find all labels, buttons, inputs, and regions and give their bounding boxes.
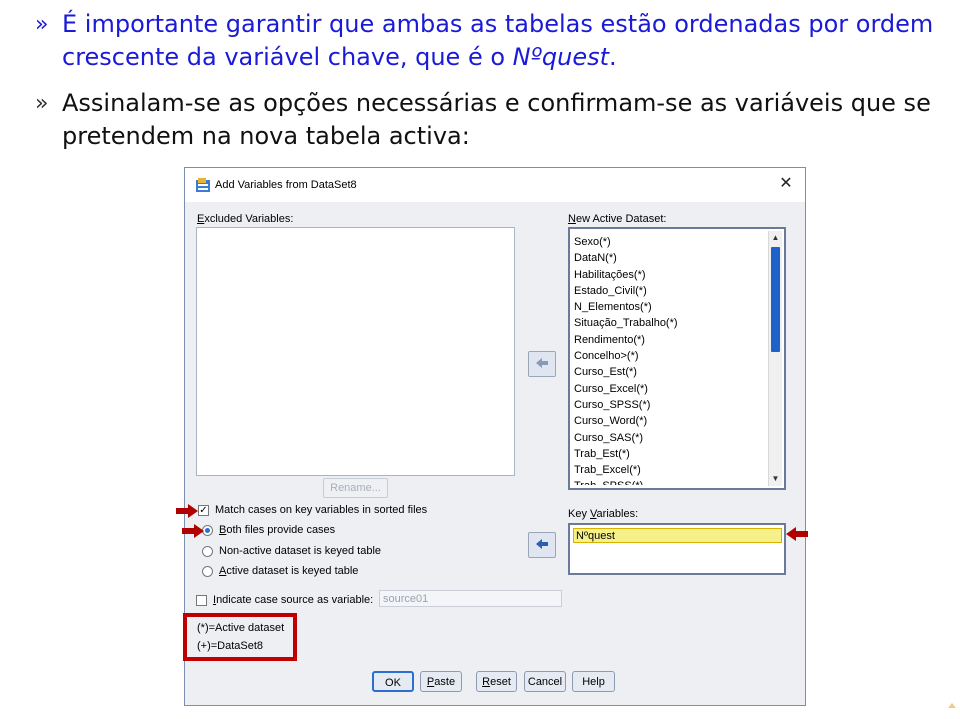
excluded-variables-label: Excluded Variables: — [197, 213, 293, 225]
variable-list-item[interactable]: Trab_Excel(*) — [574, 462, 770, 478]
bullet-1-text: É importante garantir que ambas as tabel… — [62, 8, 952, 74]
variable-list-item[interactable]: N_Elementos(*) — [574, 299, 770, 315]
variable-list-item[interactable]: Situação_Trabalho(*) — [574, 315, 770, 331]
spss-app-icon — [196, 178, 210, 192]
close-icon[interactable]: ✕ — [777, 175, 795, 193]
legend-dataset8: (+)=DataSet8 — [197, 640, 264, 652]
label-text: ariables: — [596, 508, 639, 520]
dialog-title: Add Variables from DataSet8 — [215, 179, 357, 191]
radio-non-active-keyed[interactable] — [202, 546, 213, 557]
reset-button[interactable]: Reset — [476, 671, 517, 692]
variable-list-item[interactable]: Sexo(*) — [574, 234, 770, 250]
bullet-2-line-1: Assinalam-se as opções necessárias e con… — [62, 89, 931, 117]
bullet-1-line-2-prefix: crescente da variável chave, que é o — [62, 43, 513, 71]
key-variables-list[interactable]: Nºquest — [568, 523, 786, 575]
move-to-excluded-button[interactable] — [528, 351, 556, 377]
red-arrow-right-icon — [176, 504, 198, 518]
indicate-source-label: Indicate case source as variable: — [213, 594, 373, 606]
variable-list-item[interactable]: Curso_Est(*) — [574, 364, 770, 380]
label-text: xcluded Variables: — [204, 213, 294, 225]
variable-list-item[interactable]: Trab_SPSS(*) — [574, 478, 770, 485]
label-text: ew Active Dataset: — [575, 213, 667, 225]
variable-list-item[interactable]: Concelho>(*) — [574, 348, 770, 364]
vertical-scrollbar[interactable]: ▲ ▼ — [768, 231, 782, 486]
variable-list-item[interactable]: Habilitações(*) — [574, 267, 770, 283]
add-variables-dialog: Add Variables from DataSet8 ✕ Excluded V… — [183, 167, 806, 706]
rename-button[interactable]: Rename... — [323, 478, 388, 498]
variable-list-item[interactable]: Trab_Est(*) — [574, 446, 770, 462]
radio-active-keyed[interactable] — [202, 566, 213, 577]
radio-non-active-keyed-label: Non-active dataset is keyed table — [219, 545, 381, 557]
key-variable-item[interactable]: Nºquest — [573, 528, 782, 543]
variable-list-item[interactable]: Estado_Civil(*) — [574, 283, 770, 299]
scroll-up-icon[interactable]: ▲ — [769, 231, 782, 245]
ok-button[interactable]: OK — [372, 671, 414, 692]
bullet-2-text: Assinalam-se as opções necessárias e con… — [62, 87, 952, 153]
bullet-1-line-2: crescente da variável chave, que é o Nºq… — [62, 41, 952, 74]
variable-list-item[interactable]: Curso_SAS(*) — [574, 430, 770, 446]
variable-list-item[interactable]: Curso_Word(*) — [574, 413, 770, 429]
label-text: oth files provide cases — [226, 524, 336, 536]
cancel-button[interactable]: Cancel — [524, 671, 566, 692]
legend-active-dataset: (*)=Active dataset — [197, 622, 285, 634]
bullet-1-emphasis: Nºquest — [512, 43, 610, 71]
new-active-dataset-list[interactable]: Sexo(*) DataN(*) Habilitações(*) Estado_Civ… — [568, 227, 786, 490]
help-button[interactable]: Help — [572, 671, 615, 692]
scroll-thumb[interactable] — [771, 247, 780, 352]
radio-active-keyed-label: Active dataset is keyed table — [219, 565, 358, 577]
variable-list-item[interactable]: DataN(*) — [574, 250, 770, 266]
bullet-2-line-2: pretendem na nova tabela activa: — [62, 122, 470, 150]
label-text: Non-active dataset is keyed table — [219, 545, 382, 557]
label-text: ndicate case source as variable: — [216, 594, 374, 606]
bullet-mark: » — [35, 91, 49, 116]
label-text: ctive dataset is keyed table — [226, 565, 359, 577]
source-variable-input[interactable]: source01 — [379, 590, 562, 607]
match-cases-label: Match cases on key variables in sorted f… — [215, 504, 428, 516]
variable-items: Sexo(*) DataN(*) Habilitações(*) Estado_Civ… — [574, 234, 770, 485]
variable-list-item[interactable]: Rendimento(*) — [574, 332, 770, 348]
dialog-titlebar[interactable]: Add Variables from DataSet8 ✕ — [185, 168, 805, 202]
variable-list-item[interactable]: Curso_SPSS(*) — [574, 397, 770, 413]
indicate-source-checkbox[interactable] — [196, 595, 207, 606]
arrow-left-icon — [536, 358, 548, 368]
bullet-1-line-2-suffix: . — [609, 43, 617, 71]
slide-corner-mark — [948, 703, 956, 708]
arrow-left-icon — [536, 539, 548, 549]
red-arrow-right-icon — [182, 524, 204, 538]
radio-both-files-label: Both files provide cases — [219, 524, 335, 536]
legend-highlight-box — [183, 613, 297, 661]
move-key-variable-button[interactable] — [528, 532, 556, 558]
mnemonic: N — [568, 213, 576, 225]
new-active-dataset-label: New Active Dataset: — [568, 213, 666, 225]
excluded-variables-list[interactable] — [196, 227, 515, 476]
scroll-down-icon[interactable]: ▼ — [769, 472, 782, 486]
key-variables-label: Key Variables: — [568, 508, 638, 520]
match-cases-checkbox[interactable]: ✓ — [198, 505, 209, 516]
paste-button[interactable]: Paste — [420, 671, 462, 692]
bullet-mark: » — [35, 12, 49, 37]
variable-list-item[interactable]: Curso_Excel(*) — [574, 381, 770, 397]
red-arrow-left-icon — [786, 527, 808, 541]
bullet-1-line-1: É importante garantir que ambas as tabel… — [62, 10, 934, 38]
label-prefix: Key — [568, 508, 591, 520]
